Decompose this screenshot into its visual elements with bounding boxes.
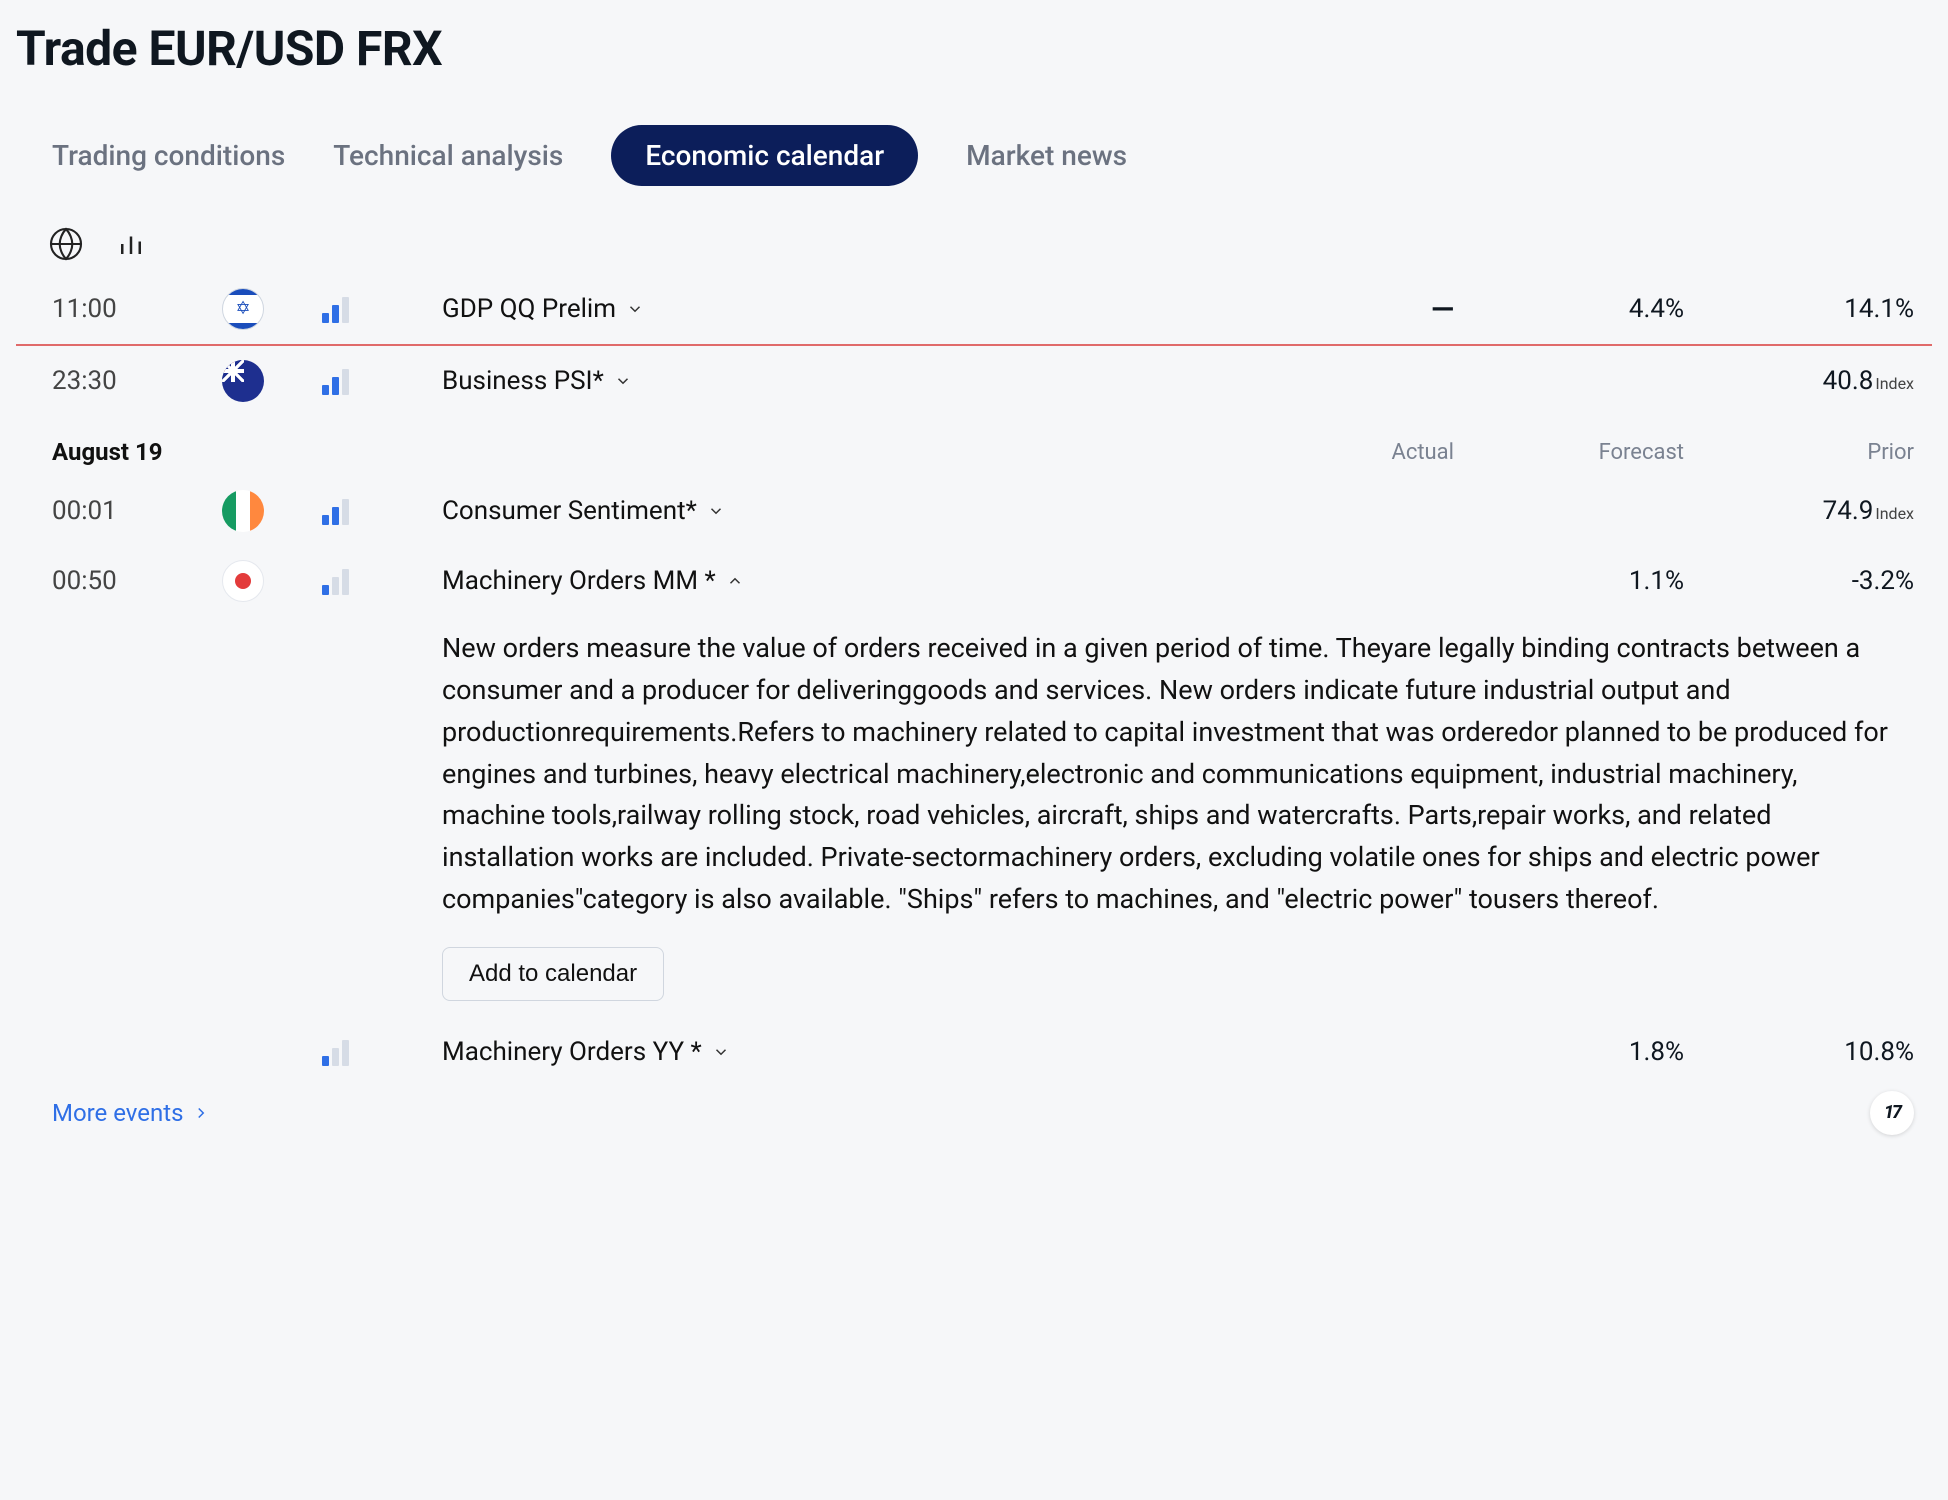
event-name-text: GDP QQ Prelim	[442, 294, 616, 324]
impact-indicator-icon	[322, 1038, 442, 1066]
flag-il-icon: ✡	[222, 288, 264, 330]
event-name[interactable]: Consumer Sentiment*	[442, 496, 1224, 526]
tab-economic-calendar[interactable]: Economic calendar	[611, 125, 918, 186]
impact-indicator-icon	[322, 567, 442, 595]
event-name[interactable]: GDP QQ Prelim	[442, 294, 1224, 324]
forecast-value: 1.1%	[1454, 566, 1684, 596]
event-time: 00:50	[52, 566, 222, 596]
flag-jp-icon	[222, 560, 264, 602]
page-title: Trade EUR/USD FRX	[16, 20, 1932, 77]
calendar-row[interactable]: 23:30 Business PSI* 40.8Index	[16, 346, 1932, 416]
chevron-down-icon	[707, 502, 725, 520]
event-description: New orders measure the value of orders r…	[442, 628, 1896, 921]
chevron-down-icon	[712, 1043, 730, 1061]
event-name-text: Business PSI*	[442, 366, 604, 396]
chevron-up-icon	[726, 572, 744, 590]
calendar-row[interactable]: 11:00 ✡ GDP QQ Prelim — 4.4% 14.1%	[16, 274, 1932, 346]
col-prior-label: Prior	[1684, 440, 1914, 465]
event-time: 23:30	[52, 366, 222, 396]
calendar-row[interactable]: 00:50 Machinery Orders MM * 1.1% -3.2%	[16, 546, 1932, 606]
globe-icon[interactable]	[48, 226, 84, 266]
flag-nz-icon	[222, 360, 264, 402]
tab-bar: Trading conditions Technical analysis Ec…	[16, 125, 1932, 186]
date-header: August 19 Actual Forecast Prior	[16, 416, 1932, 476]
calendar-footer: More events 17	[16, 1081, 1932, 1135]
event-name-text: Machinery Orders MM *	[442, 566, 716, 596]
bar-chart-icon[interactable]	[116, 229, 146, 263]
country-flag: ✡	[222, 288, 322, 330]
calendar-row[interactable]: 00:01 Consumer Sentiment* 74.9Index	[16, 476, 1932, 546]
more-events-link[interactable]: More events	[52, 1099, 210, 1127]
event-name-text: Machinery Orders YY *	[442, 1037, 702, 1067]
col-actual-label: Actual	[1224, 440, 1454, 465]
col-forecast-label: Forecast	[1454, 440, 1684, 465]
impact-indicator-icon	[322, 497, 442, 525]
event-expanded: New orders measure the value of orders r…	[16, 606, 1932, 1023]
event-name-text: Consumer Sentiment*	[442, 496, 697, 526]
chevron-down-icon	[626, 300, 644, 318]
event-time: 00:01	[52, 496, 222, 526]
add-to-calendar-button[interactable]: Add to calendar	[442, 947, 664, 1001]
forecast-value: 4.4%	[1454, 294, 1684, 324]
chevron-right-icon	[192, 1104, 210, 1122]
tab-technical-analysis[interactable]: Technical analysis	[333, 139, 563, 172]
country-flag	[222, 360, 322, 402]
chevron-down-icon	[614, 372, 632, 390]
prior-value: 74.9Index	[1684, 496, 1914, 526]
event-name[interactable]: Machinery Orders MM *	[442, 566, 1224, 596]
flag-ie-icon	[222, 490, 264, 532]
prior-value: -3.2%	[1684, 566, 1914, 596]
tab-trading-conditions[interactable]: Trading conditions	[52, 139, 285, 172]
tab-market-news[interactable]: Market news	[966, 139, 1127, 172]
impact-indicator-icon	[322, 367, 442, 395]
country-flag	[222, 560, 322, 602]
event-time: 11:00	[52, 294, 222, 324]
calendar-row[interactable]: Machinery Orders YY * 1.8% 10.8%	[16, 1023, 1932, 1081]
country-flag	[222, 490, 322, 532]
prior-value: 40.8Index	[1684, 366, 1914, 396]
prior-value: 10.8%	[1684, 1037, 1914, 1067]
impact-indicator-icon	[322, 295, 442, 323]
event-name[interactable]: Machinery Orders YY *	[442, 1037, 1224, 1067]
date-label: August 19	[52, 438, 1224, 466]
forecast-value: 1.8%	[1454, 1037, 1684, 1067]
event-name[interactable]: Business PSI*	[442, 366, 1224, 396]
calendar-toolbar	[16, 226, 1932, 266]
tradingview-badge-icon[interactable]: 17	[1870, 1091, 1914, 1135]
actual-value: —	[1224, 292, 1454, 327]
prior-value: 14.1%	[1684, 294, 1914, 324]
